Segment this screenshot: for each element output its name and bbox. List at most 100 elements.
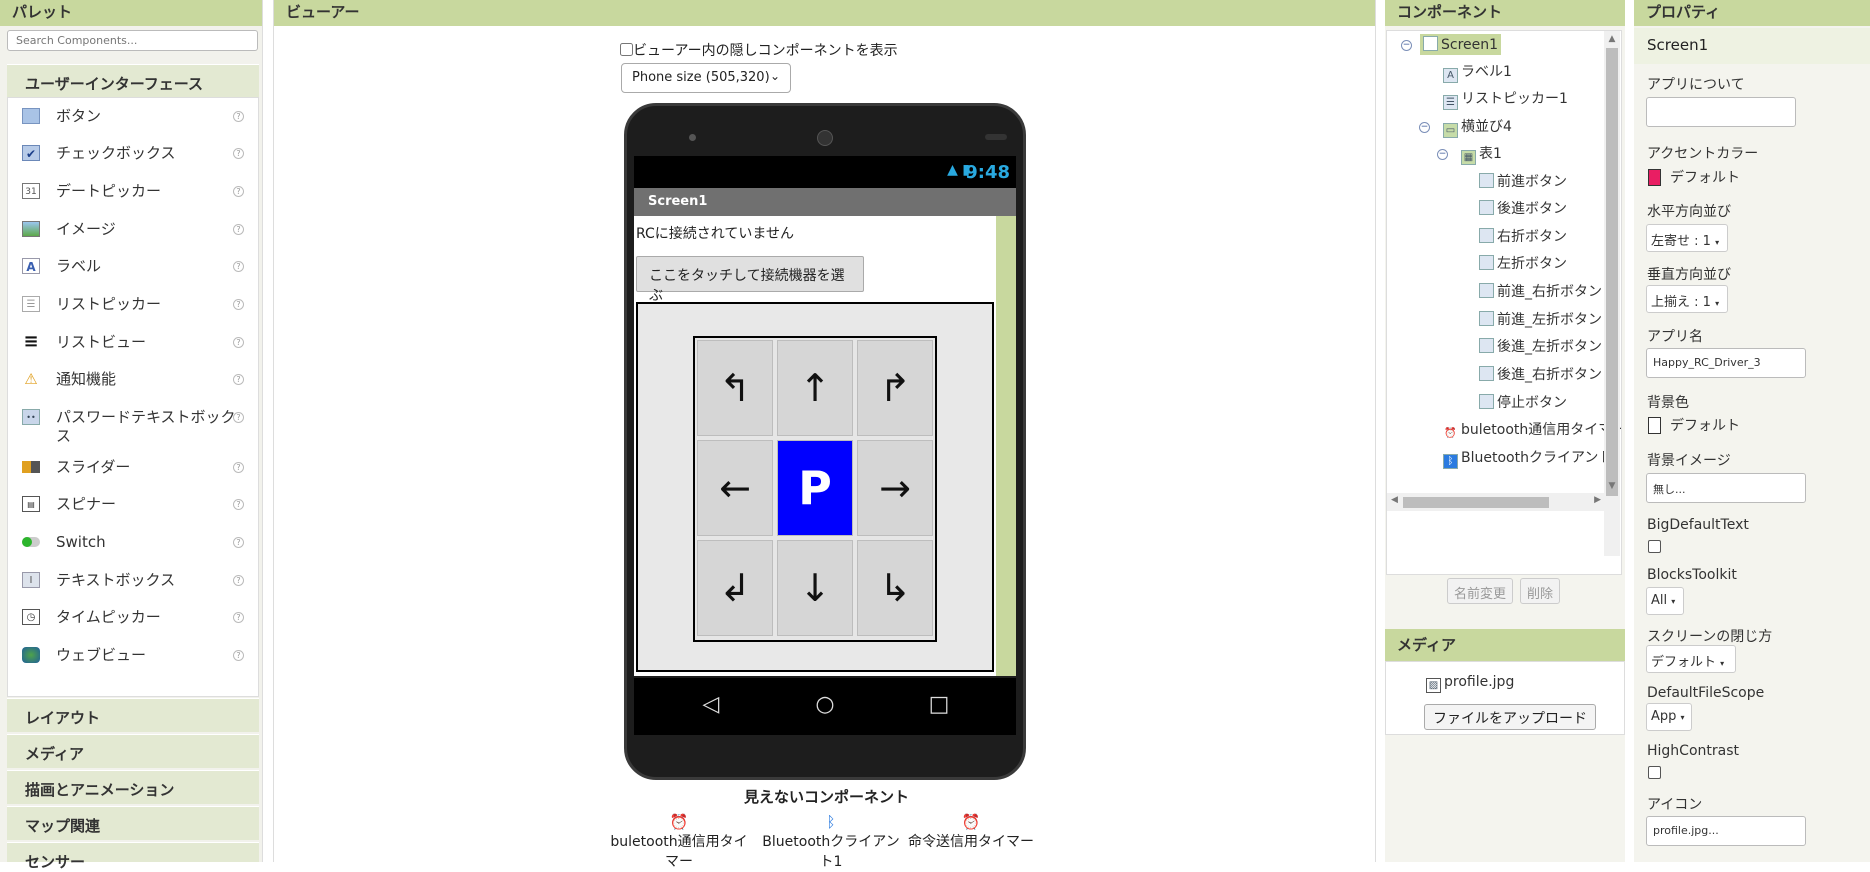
upload-file-button[interactable]: ファイルをアップロード [1424, 704, 1596, 730]
big-default-text-checkbox[interactable] [1648, 540, 1661, 553]
tree-vertical-scrollbar[interactable]: ▲ ▼ [1604, 31, 1620, 556]
category-user-interface[interactable]: ユーザーインターフェース [7, 64, 259, 98]
tree-item-forward-button[interactable]: 前進ボタン [1479, 171, 1567, 191]
forward-left-button[interactable]: ↰ [697, 340, 773, 436]
screen-title-bar[interactable]: Screen1 [634, 188, 1016, 216]
background-color-swatch[interactable] [1648, 417, 1661, 434]
right-button[interactable]: → [857, 440, 933, 536]
tree-item-hbox4[interactable]: ▭ 横並び4 [1443, 116, 1512, 138]
tree-horizontal-scrollbar[interactable]: ◀ ▶ [1387, 493, 1605, 511]
scroll-thumb[interactable] [1403, 497, 1549, 508]
default-file-scope-select[interactable]: App ▾ [1646, 703, 1692, 731]
vertical-align-select[interactable]: 上揃え : 1 ▾ [1646, 285, 1728, 313]
palette-item-slider[interactable]: スライダー ? [8, 449, 258, 485]
category-maps[interactable]: マップ関連 [7, 806, 259, 840]
palette-item-webviewer[interactable]: ウェブビュー ? [8, 637, 258, 673]
checkbox[interactable] [620, 43, 633, 56]
help-icon[interactable]: ? [233, 224, 244, 235]
app-name-input[interactable]: Happy_RC_Driver_3 [1646, 348, 1806, 378]
tree-item-table1[interactable]: ▦ 表1 [1461, 143, 1502, 165]
accent-color-swatch[interactable] [1648, 169, 1661, 186]
invisible-component-timer2[interactable]: ⏰ 命令送信用タイマー [906, 814, 1036, 851]
palette-item-switch[interactable]: Switch ? [8, 524, 258, 560]
stop-button[interactable]: P [777, 440, 853, 536]
close-animation-select[interactable]: デフォルト ▾ [1646, 645, 1736, 673]
blocks-toolkit-select[interactable]: All ▾ [1646, 587, 1684, 615]
collapse-icon[interactable]: − [1401, 40, 1412, 51]
palette-item-listview[interactable]: ≡ リストビュー ? [8, 324, 258, 360]
help-icon[interactable]: ? [233, 337, 244, 348]
background-image-input[interactable]: 無し... [1646, 473, 1806, 503]
phone-size-select[interactable]: Phone size (505,320) ⌄ [621, 63, 791, 93]
help-icon[interactable]: ? [233, 111, 244, 122]
label1[interactable]: RCに接続されていません [636, 223, 794, 243]
help-icon[interactable]: ? [233, 186, 244, 197]
screen-scrollbar[interactable] [996, 216, 1016, 676]
tree-item-right-button[interactable]: 右折ボタン [1479, 226, 1567, 246]
forward-right-button[interactable]: ↱ [857, 340, 933, 436]
help-icon[interactable]: ? [233, 299, 244, 310]
tree-item-bt-timer[interactable]: ⏰ buletooth通信用タイマー [1443, 419, 1621, 442]
scroll-up-icon[interactable]: ▲ [1604, 34, 1620, 44]
tree-item-left-button[interactable]: 左折ボタン [1479, 253, 1567, 273]
scroll-right-icon[interactable]: ▶ [1594, 495, 1601, 505]
palette-item-listpicker[interactable]: ☰ リストピッカー ? [8, 286, 258, 322]
backward-left-button[interactable]: ↲ [697, 540, 773, 636]
help-icon[interactable]: ? [233, 612, 244, 623]
accent-color-value[interactable]: デフォルト [1670, 167, 1740, 187]
delete-button[interactable]: 削除 [1520, 578, 1561, 604]
scroll-left-icon[interactable]: ◀ [1391, 495, 1398, 505]
help-icon[interactable]: ? [233, 148, 244, 159]
category-media[interactable]: メディア [7, 734, 259, 768]
horizontal-align-select[interactable]: 左寄せ : 1 ▾ [1646, 224, 1728, 252]
scroll-thumb[interactable] [1606, 48, 1618, 496]
invisible-component-timer1[interactable]: ⏰ buletooth通信用タイマー [604, 814, 754, 871]
palette-item-passwordtextbox[interactable]: •• パスワードテキストボックス ? [8, 399, 258, 445]
help-icon[interactable]: ? [233, 412, 244, 423]
tree-item-listpicker1[interactable]: ☰ リストピッカー1 [1443, 88, 1568, 110]
high-contrast-checkbox[interactable] [1648, 766, 1661, 779]
horizontal-arrangement[interactable]: ↰ ↑ ↱ ← P → ↲ ↓ ↳ [636, 302, 994, 672]
tree-item-stop-button[interactable]: 停止ボタン [1479, 392, 1567, 412]
backward-right-button[interactable]: ↳ [857, 540, 933, 636]
category-sensors[interactable]: センサー [7, 842, 259, 871]
category-layout[interactable]: レイアウト [7, 698, 259, 732]
show-hidden-components-checkbox[interactable]: ビューアー内の隠しコンポーネントを表示 [620, 40, 898, 60]
tree-item-screen1[interactable]: Screen1 [1420, 34, 1502, 55]
category-drawing-animation[interactable]: 描画とアニメーション [7, 770, 259, 804]
palette-item-button[interactable]: ボタン ? [8, 98, 258, 134]
rename-button[interactable]: 名前変更 [1447, 578, 1514, 604]
table-arrangement[interactable]: ↰ ↑ ↱ ← P → ↲ ↓ ↳ [693, 336, 937, 642]
background-color-value[interactable]: デフォルト [1670, 415, 1740, 435]
palette-item-image[interactable]: イメージ ? [8, 211, 258, 247]
media-file-item[interactable]: ▨ profile.jpg [1426, 674, 1514, 693]
icon-input[interactable]: profile.jpg... [1646, 816, 1806, 846]
palette-item-notifier[interactable]: ⚠ 通知機能 ? [8, 361, 258, 397]
backward-button[interactable]: ↓ [777, 540, 853, 636]
palette-item-spinner[interactable]: ▤ スピナー ? [8, 486, 258, 522]
tree-item-bt-client[interactable]: ᛒ Bluetoothクライアント1 [1443, 447, 1621, 469]
help-icon[interactable]: ? [233, 462, 244, 473]
tree-item-forward-right-button[interactable]: 前進_右折ボタン [1479, 281, 1602, 301]
help-icon[interactable]: ? [233, 650, 244, 661]
tree-item-forward-left-button[interactable]: 前進_左折ボタン [1479, 309, 1602, 329]
tree-item-label1[interactable]: A ラベル1 [1443, 61, 1512, 83]
about-textarea[interactable] [1646, 97, 1796, 127]
help-icon[interactable]: ? [233, 261, 244, 272]
invisible-component-bluetooth[interactable]: ᛒ Bluetoothクライアント1 [761, 814, 901, 871]
palette-item-checkbox[interactable]: ✔ チェックボックス ? [8, 135, 258, 171]
tree-item-backward-right-button[interactable]: 後進_右折ボタン [1479, 364, 1602, 384]
tree-item-backward-left-button[interactable]: 後進_左折ボタン [1479, 336, 1602, 356]
listpicker1[interactable]: ここをタッチして接続機器を選ぶ [636, 256, 864, 304]
collapse-icon[interactable]: − [1419, 122, 1430, 133]
palette-item-label[interactable]: A ラベル ? [8, 248, 258, 284]
help-icon[interactable]: ? [233, 499, 244, 510]
help-icon[interactable]: ? [233, 374, 244, 385]
help-icon[interactable]: ? [233, 537, 244, 548]
tree-item-backward-button[interactable]: 後進ボタン [1479, 198, 1567, 218]
palette-item-timepicker[interactable]: ◷ タイムピッカー ? [8, 599, 258, 635]
palette-item-textbox[interactable]: I テキストボックス ? [8, 562, 258, 598]
scroll-down-icon[interactable]: ▼ [1604, 481, 1620, 491]
search-input[interactable]: Search Components... [7, 30, 258, 51]
palette-item-datepicker[interactable]: 31 デートピッカー ? [8, 173, 258, 209]
